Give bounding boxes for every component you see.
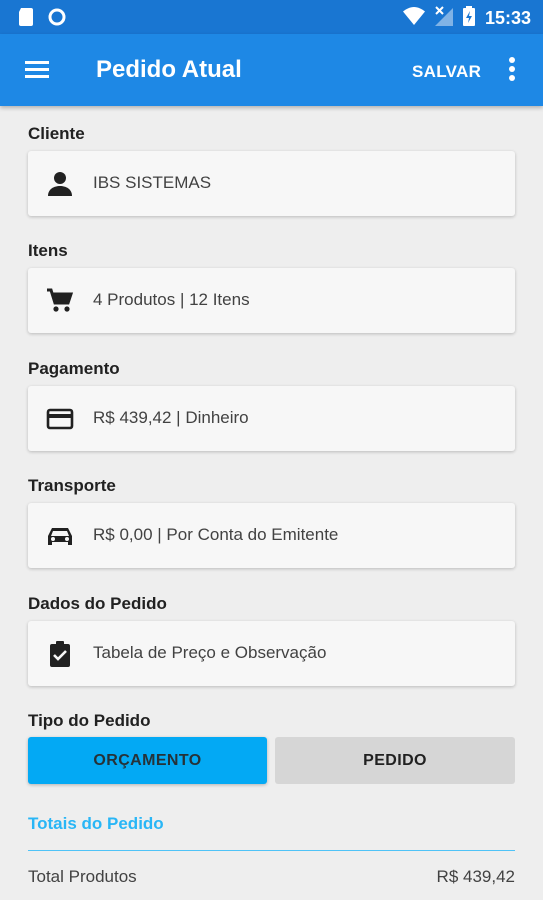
section-label-pagamento: Pagamento (28, 359, 120, 378)
total-produtos-label: Total Produtos (28, 867, 137, 886)
sd-card-icon (18, 8, 34, 31)
save-button[interactable]: SALVAR (412, 62, 481, 82)
wifi-icon (402, 7, 425, 30)
total-produtos-value: R$ 439,42 (436, 867, 515, 886)
itens-card[interactable]: 4 Produtos | 12 Itens (28, 268, 515, 333)
itens-value: 4 Produtos | 12 Itens (93, 290, 250, 309)
pedido-button[interactable]: PEDIDO (275, 737, 515, 784)
more-vert-icon[interactable] (500, 54, 524, 84)
car-icon (46, 523, 74, 549)
dados-value: Tabela de Preço e Observação (93, 643, 327, 662)
transporte-value: R$ 0,00 | Por Conta do Emitente (93, 525, 339, 544)
cart-icon (46, 288, 74, 314)
clipboard-check-icon (46, 641, 74, 667)
totals-divider (28, 850, 515, 851)
hamburger-menu-icon[interactable] (24, 56, 52, 84)
no-signal-icon (434, 6, 453, 31)
page-title: Pedido Atual (96, 56, 242, 83)
cliente-card[interactable]: IBS SISTEMAS (28, 151, 515, 216)
circle-notification-icon (48, 8, 66, 31)
section-label-cliente: Cliente (28, 124, 85, 143)
cliente-value: IBS SISTEMAS (93, 173, 212, 192)
credit-card-icon (46, 406, 74, 432)
pagamento-card[interactable]: R$ 439,42 | Dinheiro (28, 386, 515, 451)
dados-card[interactable]: Tabela de Preço e Observação (28, 621, 515, 686)
person-icon (46, 171, 74, 197)
section-label-transporte: Transporte (28, 476, 116, 495)
section-label-dados: Dados do Pedido (28, 594, 167, 613)
status-bar: 15:33 (0, 0, 543, 34)
transporte-card[interactable]: R$ 0,00 | Por Conta do Emitente (28, 503, 515, 568)
app-bar: Pedido Atual SALVAR (0, 34, 543, 106)
orcamento-button[interactable]: ORÇAMENTO (28, 737, 267, 784)
battery-charging-icon (462, 6, 475, 31)
section-label-itens: Itens (28, 241, 68, 260)
status-time: 15:33 (484, 8, 531, 28)
totals-title: Totais do Pedido (28, 814, 164, 833)
pagamento-value: R$ 439,42 | Dinheiro (93, 408, 249, 427)
section-label-tipo-pedido: Tipo do Pedido (28, 711, 151, 730)
